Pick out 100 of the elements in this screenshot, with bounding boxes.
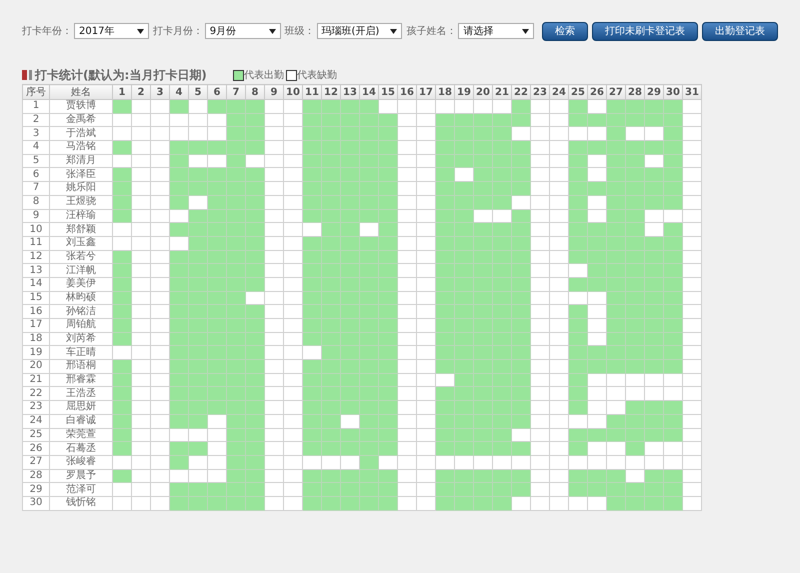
filter-label: 打卡年份： <box>22 24 72 38</box>
table-cell: 张峻睿 <box>50 455 112 470</box>
table-cell: 25 <box>22 428 50 442</box>
dropdown-arrow-icon <box>522 28 530 34</box>
table-cell: 姜美伊 <box>50 277 112 292</box>
table-cell: 邢语桐 <box>50 360 112 374</box>
table-cell: 26 <box>22 442 50 456</box>
table-cell: 金禹希 <box>50 113 112 127</box>
table-cell: 车正晴 <box>50 346 112 360</box>
table-cell: 王煜骁 <box>50 195 112 209</box>
legend-label: 代表出勤 <box>244 68 284 82</box>
legend-label: 代表缺勤 <box>296 68 337 82</box>
table-cell: 12 <box>22 250 50 264</box>
table-cell: 范泽可 <box>50 482 112 496</box>
table-cell: 郑舒颖 <box>50 222 112 236</box>
table-cell: 马浩铭 <box>50 140 112 154</box>
column-header: 19 <box>454 84 474 100</box>
dropdown-arrow-icon <box>268 28 276 34</box>
table-cell: 8 <box>22 195 50 209</box>
table-cell: 张若兮 <box>50 250 112 264</box>
action-button[interactable]: 打印未刷卡登记表 <box>592 22 698 40</box>
table-cell: 18 <box>22 332 50 346</box>
table-cell: 29 <box>22 482 50 496</box>
table-cell: 19 <box>22 346 50 360</box>
column-header: 31 <box>682 84 702 100</box>
column-header: 14 <box>360 84 378 100</box>
column-header: 17 <box>416 84 436 100</box>
column-header: 18 <box>436 84 454 100</box>
table-cell: 王浩丞 <box>50 386 112 401</box>
column-header: 2 <box>132 84 150 100</box>
table-cell: 22 <box>22 386 50 401</box>
column-header: 23 <box>530 84 550 100</box>
table-cell: 周铂航 <box>50 318 112 332</box>
column-header: 16 <box>398 84 416 100</box>
table-cell: 24 <box>22 414 50 428</box>
column-header: 25 <box>568 84 588 100</box>
table-cell: 石蓦丞 <box>50 442 112 456</box>
table-cell: 江洋帆 <box>50 264 112 278</box>
table-cell: 7 <box>22 182 50 196</box>
column-header: 姓名 <box>50 84 112 100</box>
table-cell: 林昀硕 <box>50 291 112 305</box>
table-cell: 屈思妍 <box>50 400 112 414</box>
table-cell: 10 <box>22 222 50 236</box>
table-cell: 白睿诚 <box>50 414 112 428</box>
table-cell: 23 <box>22 400 50 414</box>
column-header: 22 <box>512 84 530 100</box>
table-cell: 荣莞萱 <box>50 428 112 442</box>
table-cell: 15 <box>22 291 50 305</box>
table-cell: 贾轶博 <box>50 100 112 114</box>
dropdown[interactable]: 请选择 <box>458 23 534 39</box>
column-header: 13 <box>340 84 360 100</box>
column-header: 29 <box>644 84 664 100</box>
table-cell: 1 <box>22 100 50 114</box>
table-cell: 16 <box>22 304 50 318</box>
filter-label: 打卡月份： <box>152 24 203 38</box>
table-cell: 邢睿霖 <box>50 373 112 387</box>
table-cell: 张泽臣 <box>50 168 112 182</box>
column-header: 9 <box>264 84 284 100</box>
table-cell: 14 <box>22 277 50 292</box>
dropdown[interactable]: 玛瑙班(开启) <box>316 23 402 39</box>
column-header: 11 <box>302 84 322 100</box>
table-cell: 30 <box>22 496 50 510</box>
column-header: 序号 <box>22 84 50 100</box>
table-cell: 3 <box>22 126 50 141</box>
column-header: 3 <box>150 84 170 100</box>
column-header: 30 <box>664 84 682 100</box>
column-header: 15 <box>378 84 398 100</box>
column-header: 26 <box>588 84 606 100</box>
column-header: 24 <box>550 84 568 100</box>
column-header: 6 <box>208 84 226 100</box>
column-header: 28 <box>626 84 644 100</box>
column-header: 20 <box>474 84 492 100</box>
action-button[interactable]: 检索 <box>542 22 588 40</box>
table-cell: 11 <box>22 236 50 250</box>
column-header: 8 <box>246 84 264 100</box>
table-cell: 罗晨予 <box>50 469 112 483</box>
filter-label: 班级： <box>284 24 315 38</box>
table-cell: 刘玉鑫 <box>50 236 112 250</box>
table-cell: 27 <box>22 455 50 470</box>
table-cell: 13 <box>22 264 50 278</box>
table-cell: 姚乐阳 <box>50 182 112 196</box>
section-marker-icon <box>22 70 32 80</box>
dropdown-arrow-icon <box>390 28 398 34</box>
column-header: 4 <box>170 84 188 100</box>
table-cell: 17 <box>22 318 50 332</box>
table-cell: 4 <box>22 140 50 154</box>
table-cell: 钱忻铭 <box>50 496 112 510</box>
column-header: 12 <box>322 84 340 100</box>
dropdown[interactable]: 9月份 <box>204 23 281 39</box>
dropdown[interactable]: 2017年 <box>74 23 149 39</box>
table-cell: 刘芮希 <box>50 332 112 346</box>
column-header: 1 <box>112 84 132 100</box>
column-header: 27 <box>606 84 626 100</box>
table-cell: 20 <box>22 360 50 374</box>
table-cell: 28 <box>22 469 50 483</box>
filter-label: 孩子姓名： <box>406 24 456 38</box>
table-cell: 于浩斌 <box>50 126 112 141</box>
column-header: 21 <box>492 84 512 100</box>
table-cell: 6 <box>22 168 50 182</box>
action-button[interactable]: 出勤登记表 <box>702 22 778 40</box>
